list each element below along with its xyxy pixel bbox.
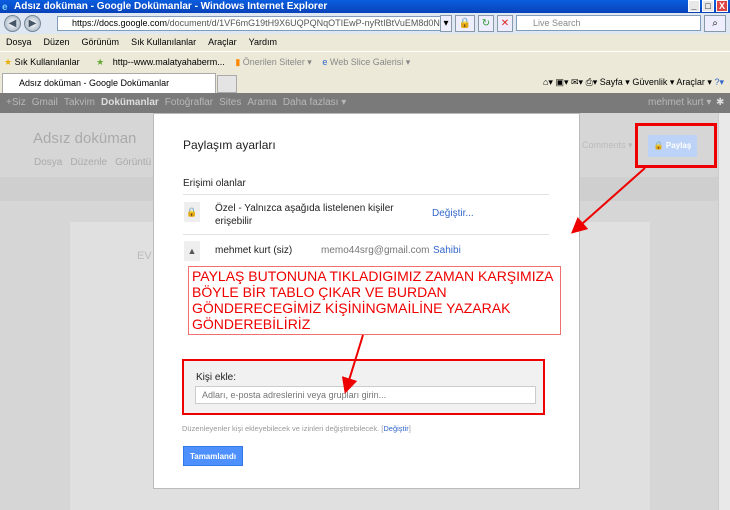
arrow-to-dialog (571, 167, 646, 234)
annotation-arrows (341, 167, 646, 394)
arrow-to-input (341, 334, 364, 394)
